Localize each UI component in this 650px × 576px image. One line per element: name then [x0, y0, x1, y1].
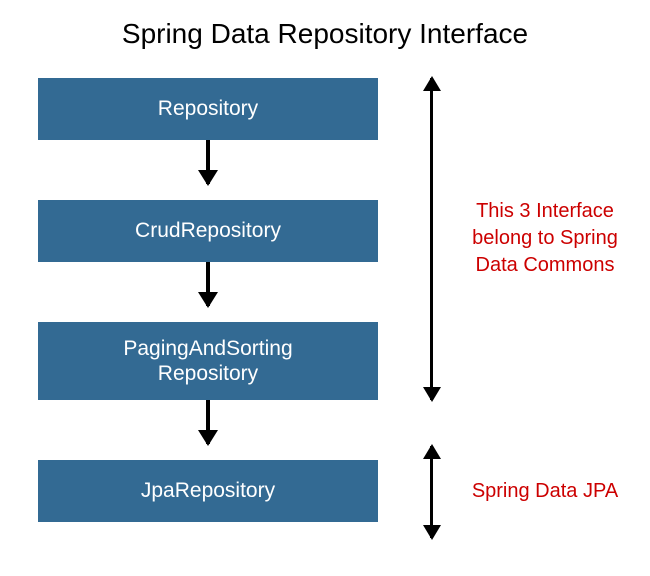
box-crud-repository: CrudRepository: [38, 200, 378, 262]
box-jpa-label: JpaRepository: [141, 478, 275, 503]
annotation-commons-line3: Data Commons: [476, 254, 615, 276]
bracket-arrow-icon: [430, 446, 433, 538]
box-paging-sorting-repository: PagingAndSorting Repository: [38, 322, 378, 400]
box-repository-label: Repository: [158, 96, 258, 121]
box-repository: Repository: [38, 78, 378, 140]
box-paging-line2: Repository: [158, 362, 258, 385]
box-paging-label: PagingAndSorting Repository: [123, 336, 292, 386]
box-crud-label: CrudRepository: [135, 218, 281, 243]
bracket-arrow-icon: [430, 78, 433, 400]
annotation-commons-line1: This 3 Interface: [476, 200, 614, 222]
arrow-down-icon: [206, 400, 210, 444]
annotation-commons-line2: belong to Spring: [472, 227, 618, 249]
diagram-title: Spring Data Repository Interface: [0, 18, 650, 50]
arrow-down-icon: [206, 140, 210, 184]
arrow-down-icon: [206, 262, 210, 306]
box-paging-line1: PagingAndSorting: [123, 337, 292, 360]
annotation-commons: This 3 Interface belong to Spring Data C…: [460, 198, 630, 279]
annotation-jpa: Spring Data JPA: [460, 478, 630, 505]
box-jpa-repository: JpaRepository: [38, 460, 378, 522]
annotation-jpa-text: Spring Data JPA: [472, 480, 618, 502]
